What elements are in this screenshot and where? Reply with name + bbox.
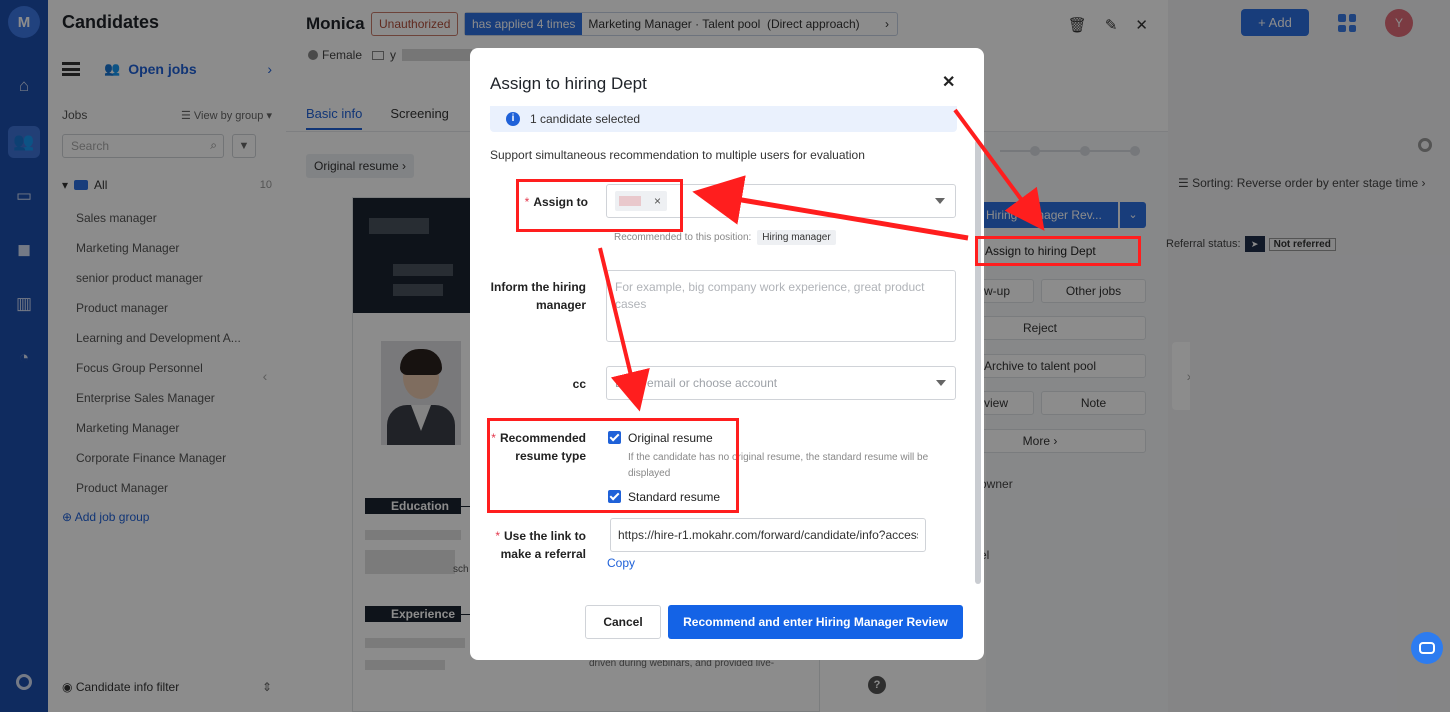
- referral-link-input[interactable]: [610, 518, 926, 552]
- referral-link-text: Use the link to make a referral: [500, 529, 586, 561]
- modal-scrollbar[interactable]: [975, 140, 981, 584]
- highlight-assign-dept-button: [975, 236, 1141, 266]
- copy-link[interactable]: Copy: [607, 556, 635, 570]
- modal-title: Assign to hiring Dept: [490, 74, 647, 93]
- highlight-resume-type: [487, 418, 739, 513]
- info-icon: i: [506, 112, 520, 126]
- selection-info-banner: i 1 candidate selected: [490, 106, 957, 132]
- recommend-submit-button[interactable]: Recommend and enter Hiring Manager Revie…: [668, 605, 963, 639]
- highlight-assign-to: [516, 179, 683, 232]
- recommended-hint: Recommended to this position: Hiring man…: [614, 230, 836, 245]
- recommended-label: Recommended to this position:: [614, 232, 752, 243]
- referral-link-label: * Use the link to make a referral: [495, 529, 586, 561]
- caret-down-icon[interactable]: [935, 198, 945, 204]
- hiring-manager-pill[interactable]: Hiring manager: [757, 230, 836, 245]
- support-text: Support simultaneous recommendation to m…: [490, 148, 865, 162]
- selection-count: 1 candidate selected: [530, 112, 641, 126]
- cancel-button[interactable]: Cancel: [585, 605, 661, 639]
- inform-textarea[interactable]: [606, 270, 956, 342]
- chat-support-icon[interactable]: [1411, 632, 1443, 664]
- inform-label: Inform the hiring manager: [490, 280, 586, 312]
- caret-down-icon[interactable]: [936, 380, 946, 386]
- cc-label: cc: [572, 377, 586, 391]
- close-icon[interactable]: ✕: [942, 72, 955, 92]
- assign-dept-modal: Assign to hiring Dept ✕ i 1 candidate se…: [470, 48, 984, 660]
- cc-input[interactable]: [606, 366, 956, 400]
